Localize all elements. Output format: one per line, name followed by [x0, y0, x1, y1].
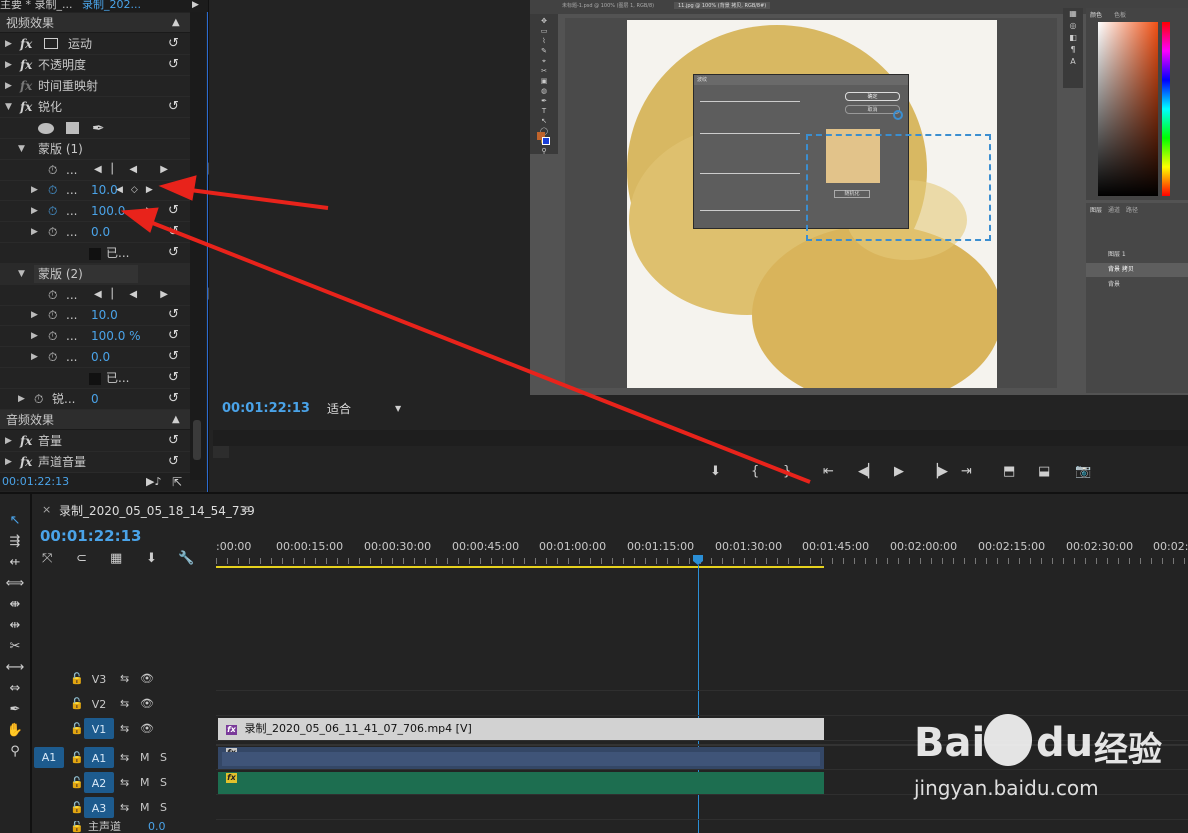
watermark-brand: Bai [914, 720, 986, 766]
paw-icon [984, 714, 1032, 766]
annotation-arrows [120, 175, 811, 484]
watermark-brand-2: du [1036, 720, 1094, 766]
watermark-url: jingyan.baidu.com [914, 776, 1099, 800]
watermark-cn: 经验 [1094, 730, 1162, 770]
arrow-line [189, 188, 329, 210]
arrow-head [158, 175, 197, 201]
baidu-watermark: Bai du 经验 jingyan.baidu.com [908, 710, 1178, 810]
arrow-line [149, 220, 811, 484]
arrow-head [120, 207, 159, 233]
